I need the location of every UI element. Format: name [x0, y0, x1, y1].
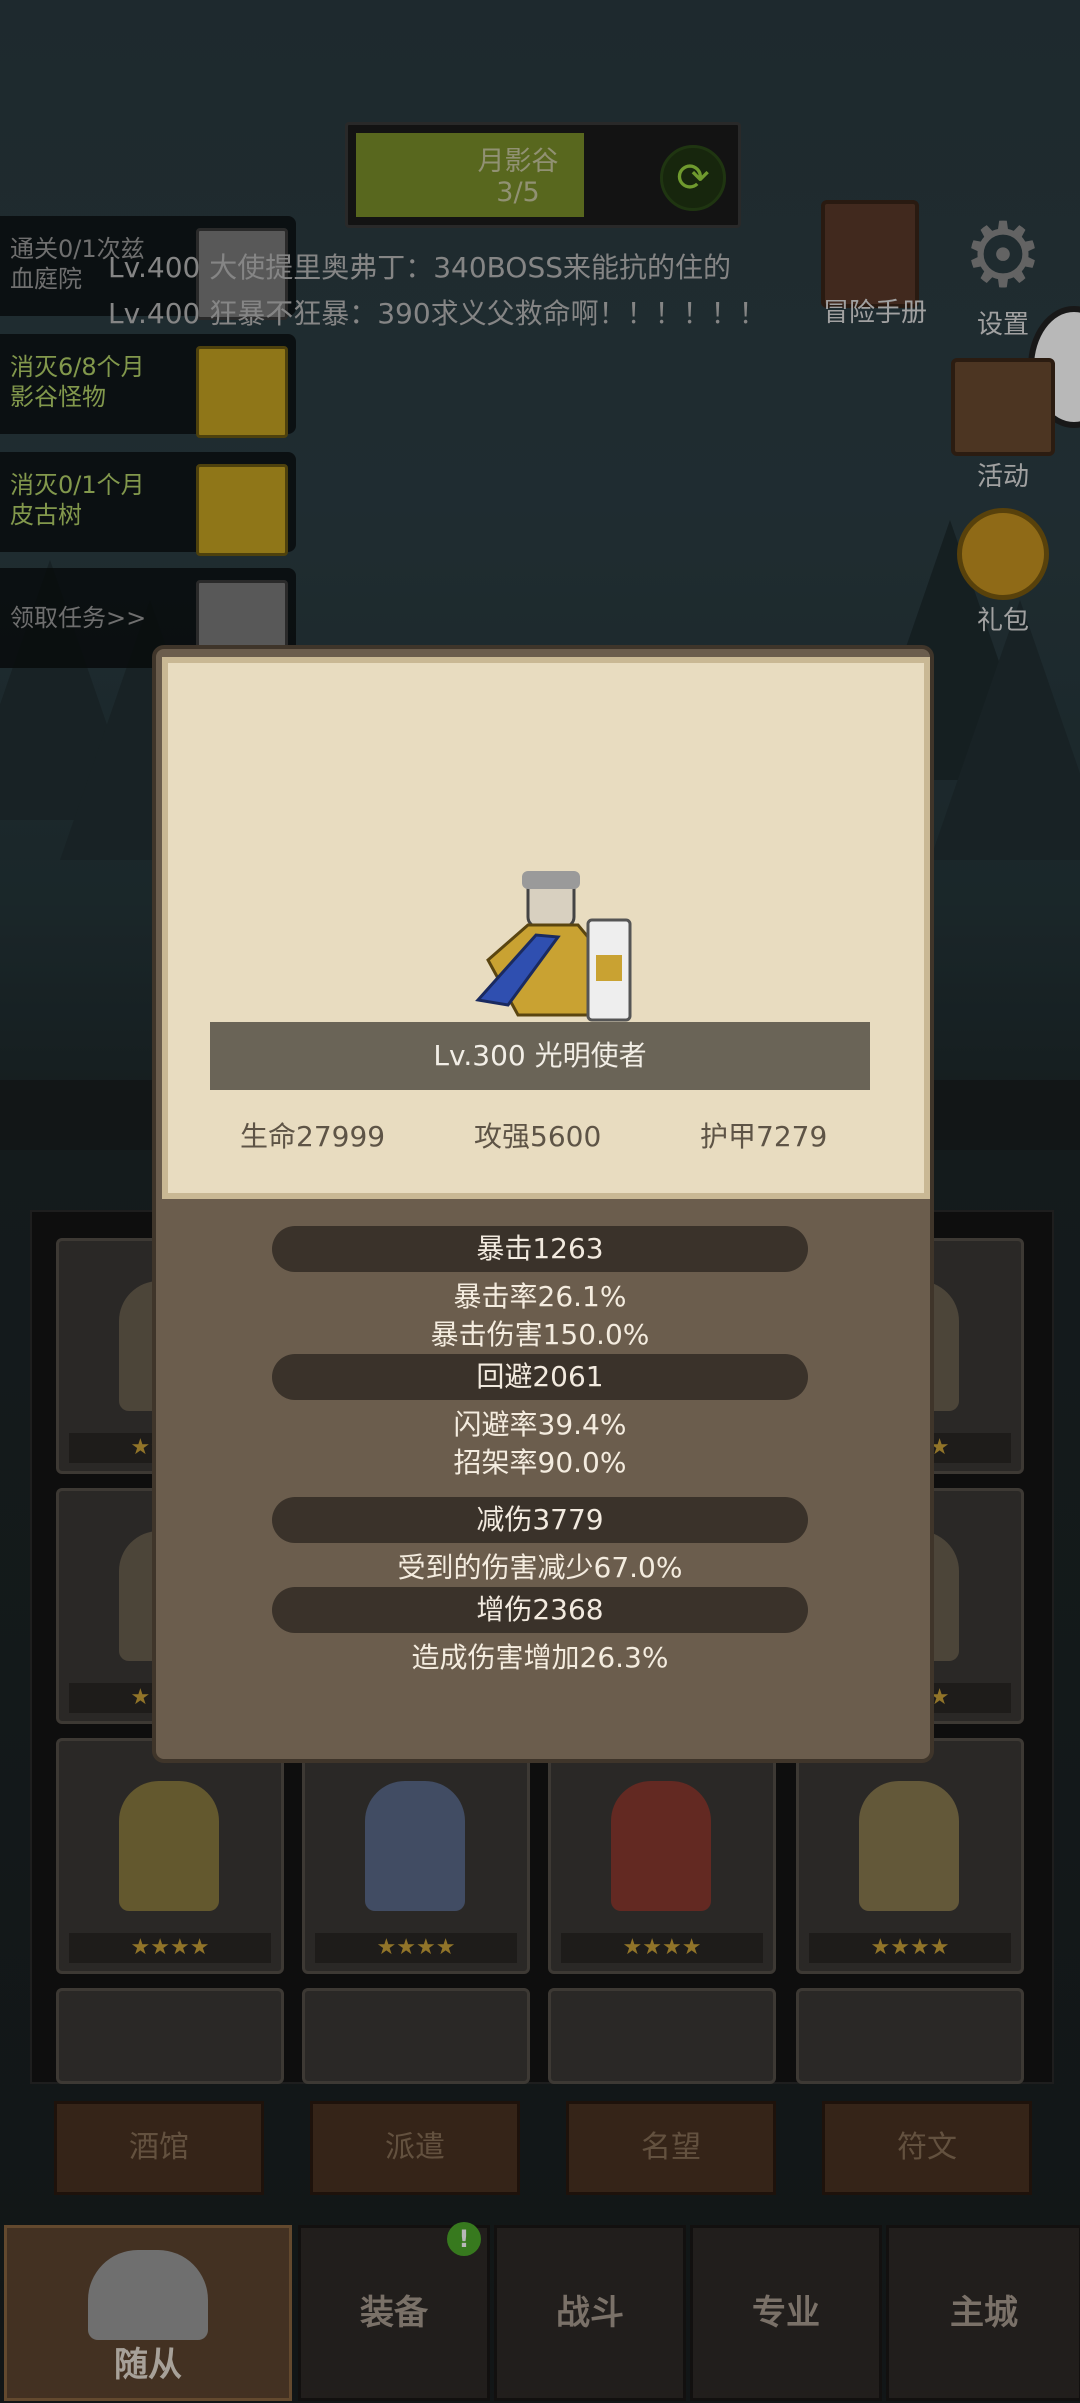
stat-reduce: 减伤3779 — [272, 1497, 808, 1543]
stat-crit-rate: 暴击率26.1% — [453, 1280, 627, 1313]
hero-portrait — [475, 871, 632, 1022]
stat-parry-rate: 招架率90.0% — [453, 1446, 627, 1479]
stat-dodge-rate: 闪避率39.4% — [453, 1408, 627, 1441]
hero-name: Lv.300 光明使者 — [210, 1022, 870, 1090]
hero-attack: 攻强5600 — [474, 1120, 602, 1153]
stat-crit: 暴击1263 — [272, 1226, 808, 1272]
stat-reduce-desc: 受到的伤害减少67.0% — [397, 1551, 683, 1584]
stat-increase-desc: 造成伤害增加26.3% — [411, 1641, 669, 1674]
hero-hp: 生命27999 — [240, 1120, 386, 1153]
stat-crit-damage: 暴击伤害150.0% — [430, 1318, 650, 1351]
hero-armor: 护甲7279 — [700, 1120, 828, 1153]
stat-evade: 回避2061 — [272, 1354, 808, 1400]
stat-increase: 增伤2368 — [272, 1587, 808, 1633]
